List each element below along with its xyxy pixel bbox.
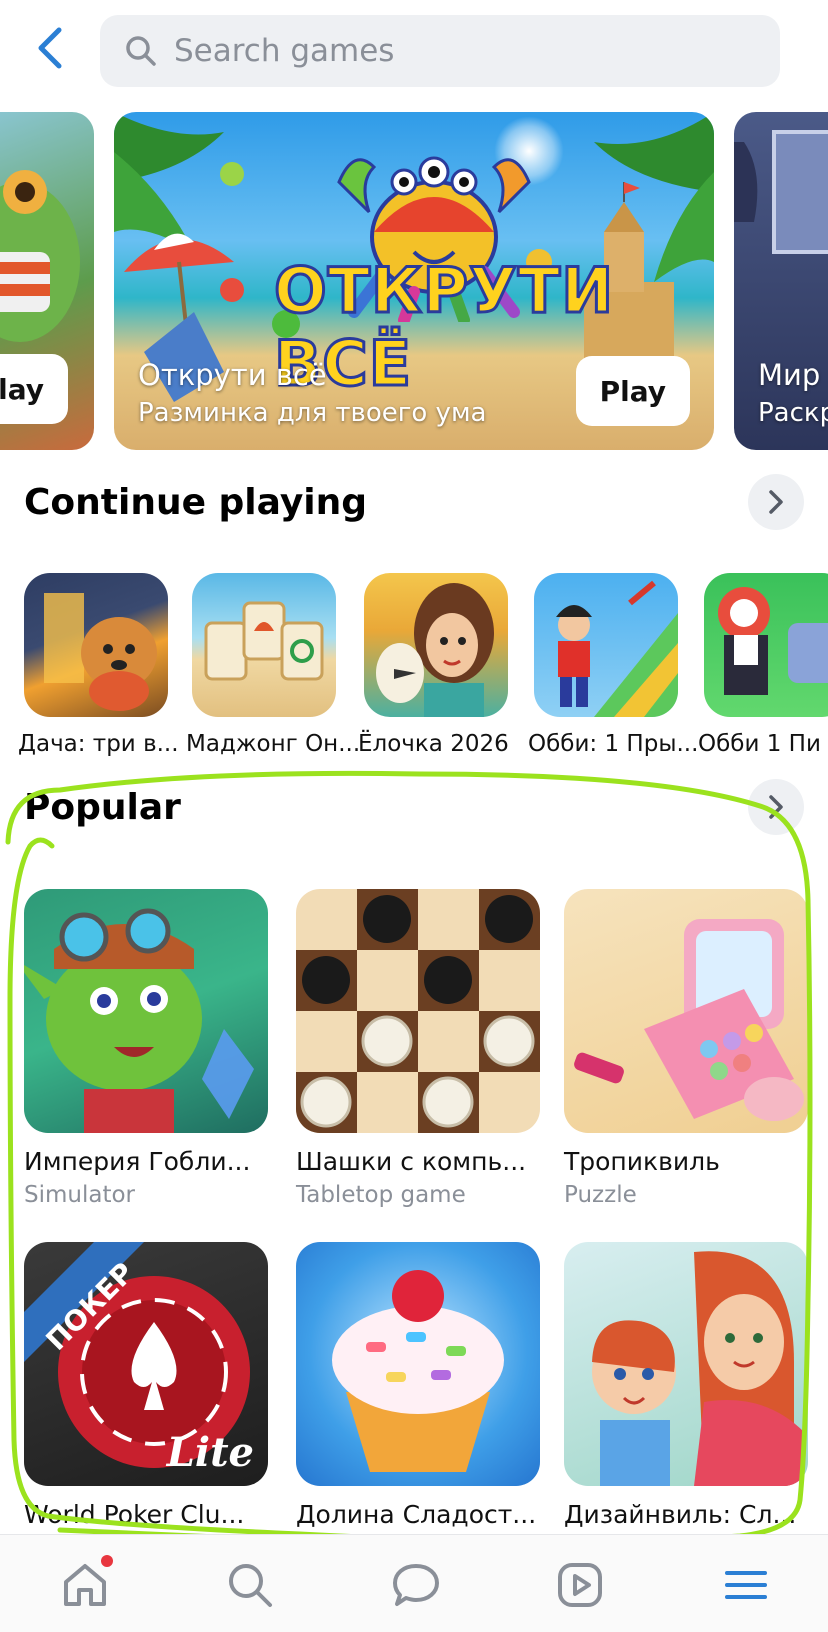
game-icon-obby [534, 573, 678, 717]
game-category: Simulator [24, 1182, 136, 1208]
game-title: Империя Гобли... [24, 1147, 251, 1176]
back-button[interactable] [28, 22, 72, 74]
chat-icon [393, 1564, 439, 1606]
nav-search[interactable] [220, 1555, 280, 1615]
search-placeholder: Search games [174, 33, 395, 69]
popular-item[interactable]: Дизайнвиль: Сл... [564, 1242, 808, 1529]
game-title: Обби: 1 Пры... [528, 731, 699, 757]
nav-video[interactable] [550, 1555, 610, 1615]
popular-item[interactable]: Долина Сладост... [296, 1242, 540, 1529]
app-root: Search games Play [0, 0, 828, 1632]
game-title: Ёлочка 2026 [358, 731, 509, 757]
bottom-nav [0, 1534, 828, 1632]
home-icon [64, 1564, 106, 1606]
video-icon [558, 1563, 602, 1607]
game-icon-sweets [296, 1242, 540, 1486]
search-icon [229, 1564, 272, 1607]
nav-home[interactable] [55, 1555, 115, 1615]
banner-title: Открути всё [138, 358, 327, 392]
game-title: Шашки с компь... [296, 1147, 527, 1176]
featured-carousel[interactable]: Play [0, 112, 828, 450]
banner-subtitle: Разминка для твоего ума [138, 398, 487, 428]
game-icon-checkers [296, 889, 540, 1133]
popular-item[interactable]: Тропиквиль Puzzle [564, 889, 808, 1208]
game-icon-poker: ПОКЕР Lite [24, 1242, 268, 1486]
continue-item[interactable]: Дача: три в... [18, 573, 179, 757]
banner-title: Мир [758, 358, 821, 392]
game-icon-goblin [24, 889, 268, 1133]
game-title: Дача: три в... [18, 731, 179, 757]
banner-play-button[interactable]: Play [0, 354, 68, 424]
chevron-left-icon [38, 27, 62, 69]
banner-card-prev[interactable]: Play [0, 112, 94, 450]
game-icon-elochka [364, 573, 508, 717]
popular-more-button[interactable] [748, 779, 804, 835]
game-icon-tropikvil [564, 889, 808, 1133]
lite-badge: Lite [166, 1429, 254, 1476]
continue-item[interactable]: Обби: 1 Пры... [528, 573, 699, 757]
game-title: Обби 1 Пи [698, 731, 821, 757]
popular-item[interactable]: Империя Гобли... Simulator [24, 889, 268, 1208]
game-title: World Poker Clu... [24, 1500, 245, 1529]
banner-card-main[interactable]: ОТКРУТИ ВСЁ Открути всё Разминка для тво… [114, 112, 714, 450]
search-input[interactable]: Search games [100, 15, 780, 87]
game-category: Puzzle [564, 1182, 637, 1208]
game-icon-dacha [24, 573, 168, 717]
chevron-right-icon [769, 490, 783, 514]
continue-item[interactable]: Ёлочка 2026 [358, 573, 518, 757]
game-icon-mahjong [192, 573, 336, 717]
game-title: Маджонг Он... [186, 731, 361, 757]
continue-playing-title: Continue playing [24, 482, 368, 523]
popular-title: Popular [24, 787, 181, 828]
banner-card-next[interactable]: Мир Раскр [734, 112, 828, 450]
game-icon-designville [564, 1242, 808, 1486]
game-icon-obby-2 [704, 573, 828, 717]
continue-item[interactable]: Обби 1 Пи [698, 573, 828, 757]
popular-item[interactable]: Шашки с компь... Tabletop game [296, 889, 540, 1208]
notification-dot [101, 1555, 113, 1567]
search-icon [126, 36, 156, 66]
popular-item[interactable]: ПОКЕР Lite World Poker Clu... [24, 1242, 268, 1529]
menu-icon [725, 1571, 767, 1599]
game-category: Tabletop game [296, 1182, 466, 1208]
banner-subtitle: Раскр [758, 398, 828, 428]
game-title: Тропиквиль [564, 1147, 720, 1176]
continue-playing-list: Дача: три в... Маджонг Он... Ёлочка 2026… [0, 573, 828, 757]
game-title: Долина Сладост... [296, 1500, 537, 1529]
chevron-right-icon [769, 795, 783, 819]
nav-menu[interactable] [716, 1555, 776, 1615]
banner-play-button[interactable]: Play [575, 356, 690, 426]
continue-item[interactable]: Маджонг Он... [186, 573, 361, 757]
nav-messages[interactable] [386, 1555, 446, 1615]
continue-playing-more-button[interactable] [748, 474, 804, 530]
game-title: Дизайнвиль: Сл... [564, 1500, 797, 1529]
